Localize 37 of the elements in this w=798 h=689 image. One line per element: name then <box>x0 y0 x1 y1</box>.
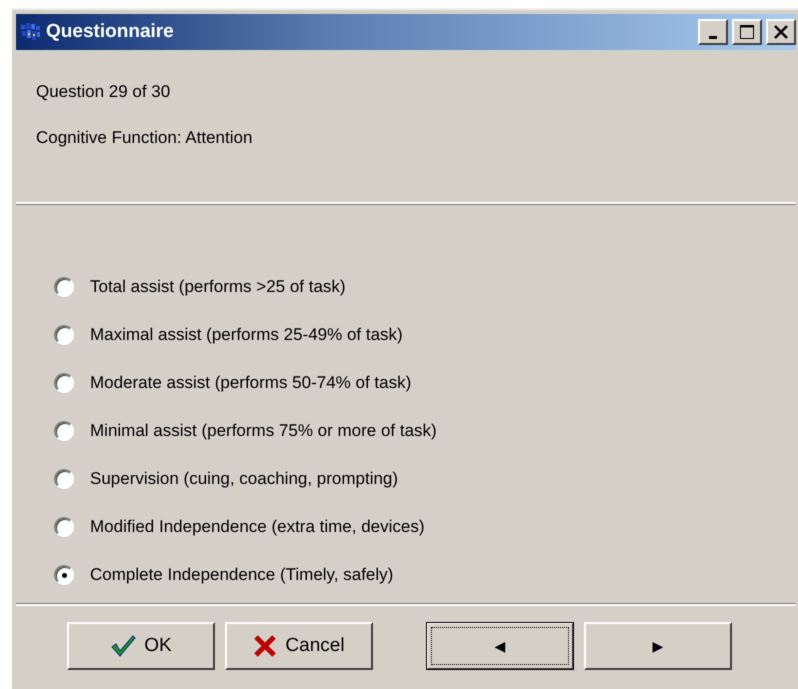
window-title: Questionnaire <box>46 21 174 43</box>
ok-button[interactable]: OK <box>67 622 215 670</box>
radio-button[interactable] <box>54 517 74 537</box>
radio-button[interactable] <box>54 565 74 585</box>
radio-button[interactable] <box>54 277 74 297</box>
answer-option[interactable]: Modified Independence (extra time, devices) <box>54 516 798 538</box>
previous-button[interactable]: ◀ <box>426 622 574 670</box>
answer-option[interactable]: Maximal assist (performs 25-49% of task) <box>54 324 798 346</box>
radio-button[interactable] <box>54 373 74 393</box>
option-label: Modified Independence (extra time, devices) <box>90 517 425 537</box>
option-label: Moderate assist (performs 50-74% of task) <box>90 373 412 393</box>
minimize-icon <box>709 36 717 38</box>
checkmark-icon <box>110 634 136 658</box>
answer-option[interactable]: Supervision (cuing, coaching, prompting) <box>54 468 798 490</box>
maximize-button[interactable] <box>732 19 762 45</box>
cancel-button[interactable]: Cancel <box>225 622 373 670</box>
category-label: Cognitive Function: Attention <box>36 128 254 148</box>
answer-option[interactable]: Moderate assist (performs 50-74% of task) <box>54 372 798 394</box>
maximize-icon <box>739 24 755 40</box>
radio-button[interactable] <box>54 325 74 345</box>
option-label: Supervision (cuing, coaching, prompting) <box>90 469 398 489</box>
answer-option[interactable]: Complete Independence (Timely, safely) <box>54 564 798 586</box>
app-icon <box>20 22 42 42</box>
close-icon <box>773 24 789 40</box>
cross-icon <box>253 634 278 658</box>
question-counter: Question 29 of 30 <box>36 82 172 102</box>
answer-option[interactable]: Minimal assist (performs 75% or more of task) <box>54 420 798 442</box>
radio-button[interactable] <box>54 469 74 489</box>
option-label: Maximal assist (performs 25-49% of task) <box>90 325 403 345</box>
option-label: Minimal assist (performs 75% or more of task) <box>90 421 437 441</box>
option-label: Complete Independence (Timely, safely) <box>90 565 394 585</box>
answer-option[interactable]: Total assist (performs >25 of task) <box>54 276 798 298</box>
minimize-button[interactable] <box>698 19 728 45</box>
next-button[interactable]: ▶ <box>584 622 732 670</box>
radio-button[interactable] <box>54 421 74 441</box>
close-button[interactable] <box>766 19 796 45</box>
option-label: Total assist (performs >25 of task) <box>90 277 346 297</box>
